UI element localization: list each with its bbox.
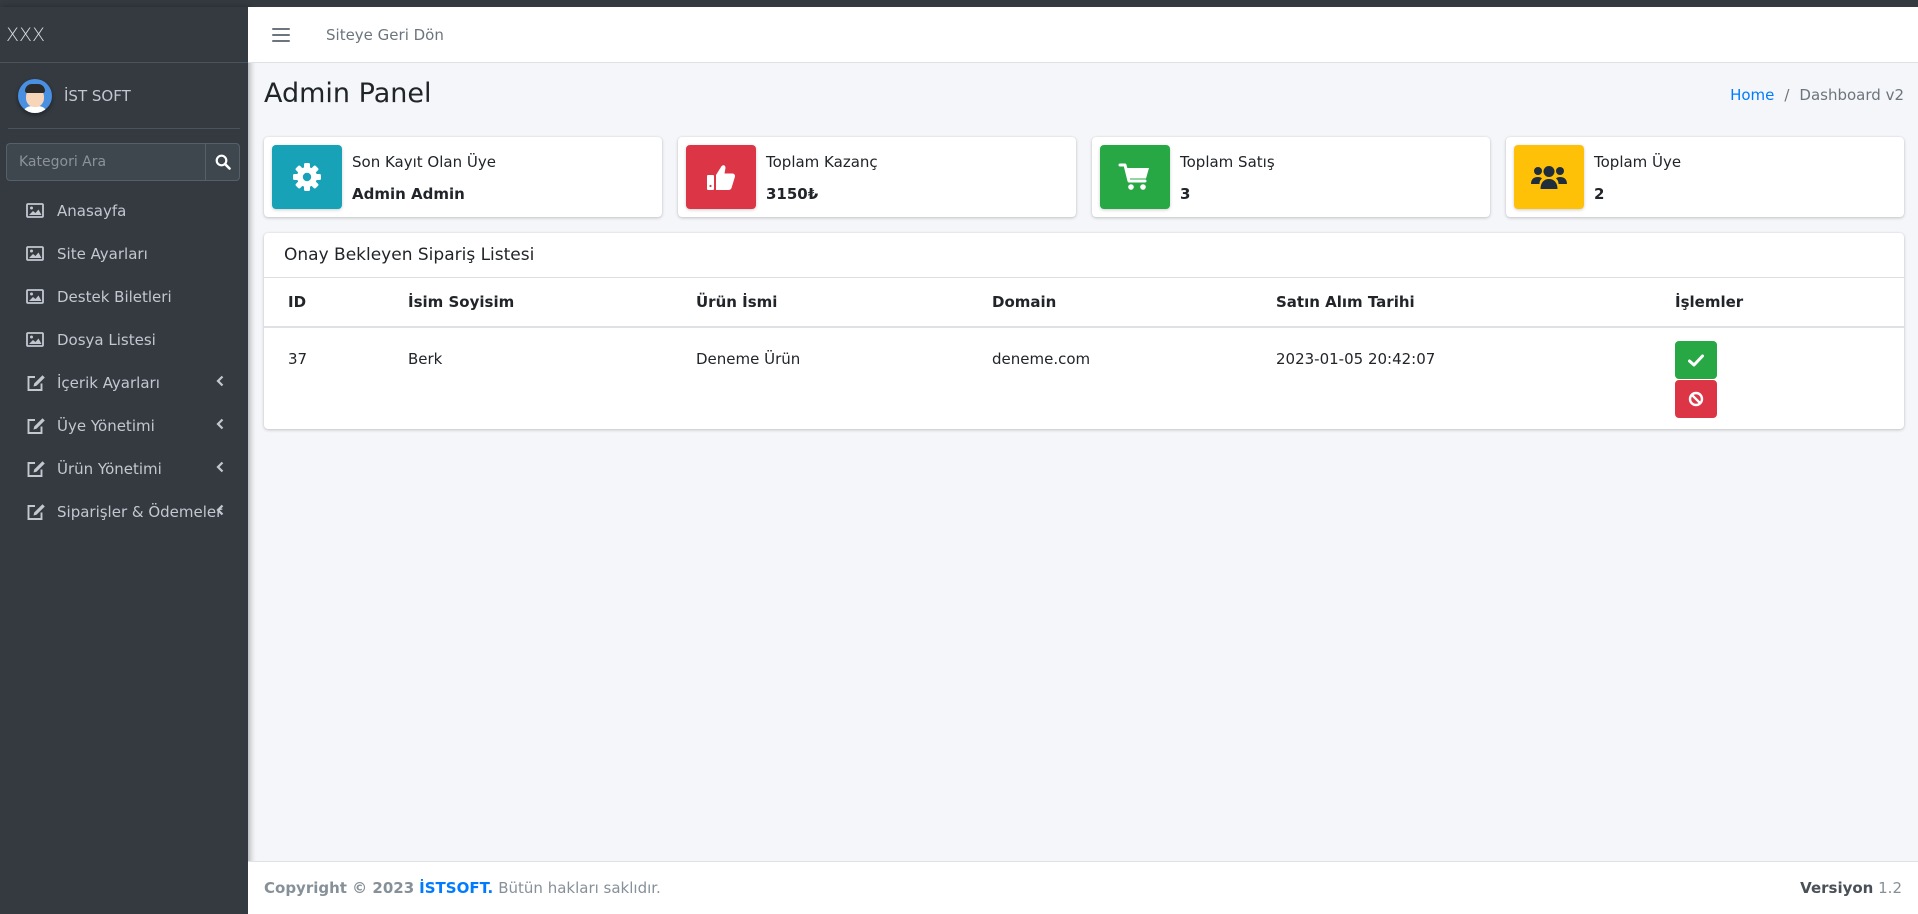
cell-product: Deneme Ürün — [696, 350, 801, 368]
footer-version: Versiyon 1.2 — [1800, 879, 1902, 897]
brand-link[interactable]: XXX — [0, 7, 248, 63]
edit-icon — [26, 460, 48, 478]
edit-icon — [26, 374, 48, 392]
gear-icon — [293, 163, 321, 191]
chevron-left-icon — [216, 418, 224, 430]
breadcrumb-current: Dashboard v2 — [1799, 86, 1904, 104]
table-header: ID İsim Soyisim Ürün İsmi Domain Satın A… — [264, 278, 1904, 328]
sidebar-search — [6, 143, 240, 181]
breadcrumb: Home / Dashboard v2 — [1730, 86, 1904, 104]
info-box-value: 3 — [1180, 185, 1191, 203]
footer-version-label: Versiyon — [1800, 879, 1874, 897]
thumbs-up-icon — [707, 165, 736, 190]
sidebar: XXX İST SOFT Anasayfa Site Ayarları — [0, 7, 248, 914]
info-box-label: Toplam Üye — [1594, 153, 1682, 171]
sidebar-item-label: Anasayfa — [57, 201, 127, 220]
footer-copyright: Copyright © 2023 — [264, 879, 415, 897]
table-row: 37 Berk Deneme Ürün deneme.com 2023-01-0… — [264, 328, 1904, 428]
edit-icon — [26, 503, 48, 521]
sidebar-item-destek-biletleri[interactable]: Destek Biletleri — [0, 275, 248, 318]
approve-order-button[interactable] — [1675, 341, 1717, 379]
column-header-domain: Domain — [992, 293, 1057, 311]
sidebar-item-label: Üye Yönetimi — [57, 416, 155, 435]
sidebar-item-uye-yonetimi[interactable]: Üye Yönetimi — [0, 404, 248, 447]
chevron-left-icon — [216, 461, 224, 473]
avatar — [18, 78, 52, 113]
search-icon — [215, 154, 231, 170]
sidebar-item-label: İçerik Ayarları — [57, 373, 160, 392]
breadcrumb-separator: / — [1784, 86, 1790, 104]
info-box-total-sales: Toplam Satış 3 — [1092, 137, 1490, 217]
cell-domain: deneme.com — [992, 350, 1091, 368]
back-to-site-link[interactable]: Siteye Geri Dön — [326, 26, 444, 44]
image-icon — [26, 288, 48, 306]
info-box-total-members: Toplam Üye 2 — [1506, 137, 1904, 217]
sidebar-item-label: Ürün Yönetimi — [57, 459, 162, 478]
orders-table: ID İsim Soyisim Ürün İsmi Domain Satın A… — [264, 278, 1904, 428]
info-box-value: 3150₺ — [766, 185, 819, 203]
info-icon-bg — [1514, 145, 1584, 209]
sidebar-item-label: Site Ayarları — [57, 244, 148, 263]
info-box-value: Admin Admin — [352, 185, 465, 203]
menu-toggle-icon[interactable] — [272, 27, 290, 42]
info-box-total-earnings: Toplam Kazanç 3150₺ — [678, 137, 1076, 217]
info-box-value: 2 — [1594, 185, 1605, 203]
cell-purchase-date: 2023-01-05 20:42:07 — [1276, 350, 1436, 368]
search-button[interactable] — [205, 143, 240, 181]
chevron-left-icon — [216, 504, 224, 516]
sidebar-item-siparisler-odemeler[interactable]: Siparişler & Ödemeler — [0, 490, 248, 533]
ban-icon — [1688, 391, 1704, 407]
check-icon — [1688, 354, 1704, 366]
user-panel[interactable]: İST SOFT — [8, 63, 240, 129]
cell-name: Berk — [408, 350, 443, 368]
image-icon — [26, 245, 48, 263]
chevron-left-icon — [216, 375, 224, 387]
category-search-input[interactable] — [6, 143, 205, 181]
sidebar-item-label: Destek Biletleri — [57, 287, 172, 306]
edit-icon — [26, 417, 48, 435]
info-box-label: Toplam Satış — [1180, 153, 1275, 171]
sidebar-item-site-ayarlari[interactable]: Site Ayarları — [0, 232, 248, 275]
info-box-label: Toplam Kazanç — [766, 153, 878, 171]
pending-orders-card: Onay Bekleyen Sipariş Listesi ID İsim So… — [264, 233, 1904, 429]
info-box-last-member: Son Kayıt Olan Üye Admin Admin — [264, 137, 662, 217]
content-header: Admin Panel Home / Dashboard v2 — [264, 74, 1904, 120]
user-name: İST SOFT — [64, 86, 131, 105]
sidebar-item-dosya-listesi[interactable]: Dosya Listesi — [0, 318, 248, 361]
top-navbar: Siteye Geri Dön — [248, 7, 1918, 63]
users-icon — [1531, 166, 1567, 189]
brand-title: XXX — [6, 23, 46, 46]
sidebar-item-label: Dosya Listesi — [57, 330, 156, 349]
info-icon-bg — [686, 145, 756, 209]
cart-icon — [1118, 163, 1149, 190]
footer-version-number: 1.2 — [1878, 879, 1902, 897]
breadcrumb-home-link[interactable]: Home — [1730, 86, 1774, 104]
column-header-id: ID — [288, 293, 307, 311]
info-box-row: Son Kayıt Olan Üye Admin Admin Toplam Ka… — [264, 137, 1904, 217]
footer-rights: Bütün hakları saklıdır. — [498, 879, 661, 897]
card-title: Onay Bekleyen Sipariş Listesi — [264, 233, 1904, 278]
info-icon-bg — [272, 145, 342, 209]
column-header-name: İsim Soyisim — [408, 293, 515, 311]
column-header-purchase-date: Satın Alım Tarihi — [1276, 293, 1415, 311]
image-icon — [26, 331, 48, 349]
sidebar-item-anasayfa[interactable]: Anasayfa — [0, 189, 248, 232]
top-strip — [0, 0, 1918, 7]
sidebar-item-urun-yonetimi[interactable]: Ürün Yönetimi — [0, 447, 248, 490]
reject-order-button[interactable] — [1675, 380, 1717, 418]
sidebar-item-label: Siparişler & Ödemeler — [57, 502, 223, 521]
page-title: Admin Panel — [264, 78, 432, 109]
footer-brand-link[interactable]: İSTSOFT. — [419, 879, 493, 897]
column-header-product: Ürün İsmi — [696, 293, 778, 311]
footer: Copyright © 2023 İSTSOFT. Bütün hakları … — [248, 861, 1918, 914]
info-box-label: Son Kayıt Olan Üye — [352, 153, 496, 171]
column-header-actions: İşlemler — [1675, 293, 1744, 311]
sidebar-nav: Anasayfa Site Ayarları Destek Biletleri … — [0, 189, 248, 533]
info-icon-bg — [1100, 145, 1170, 209]
image-icon — [26, 202, 48, 220]
cell-id: 37 — [288, 350, 308, 368]
sidebar-item-icerik-ayarlari[interactable]: İçerik Ayarları — [0, 361, 248, 404]
